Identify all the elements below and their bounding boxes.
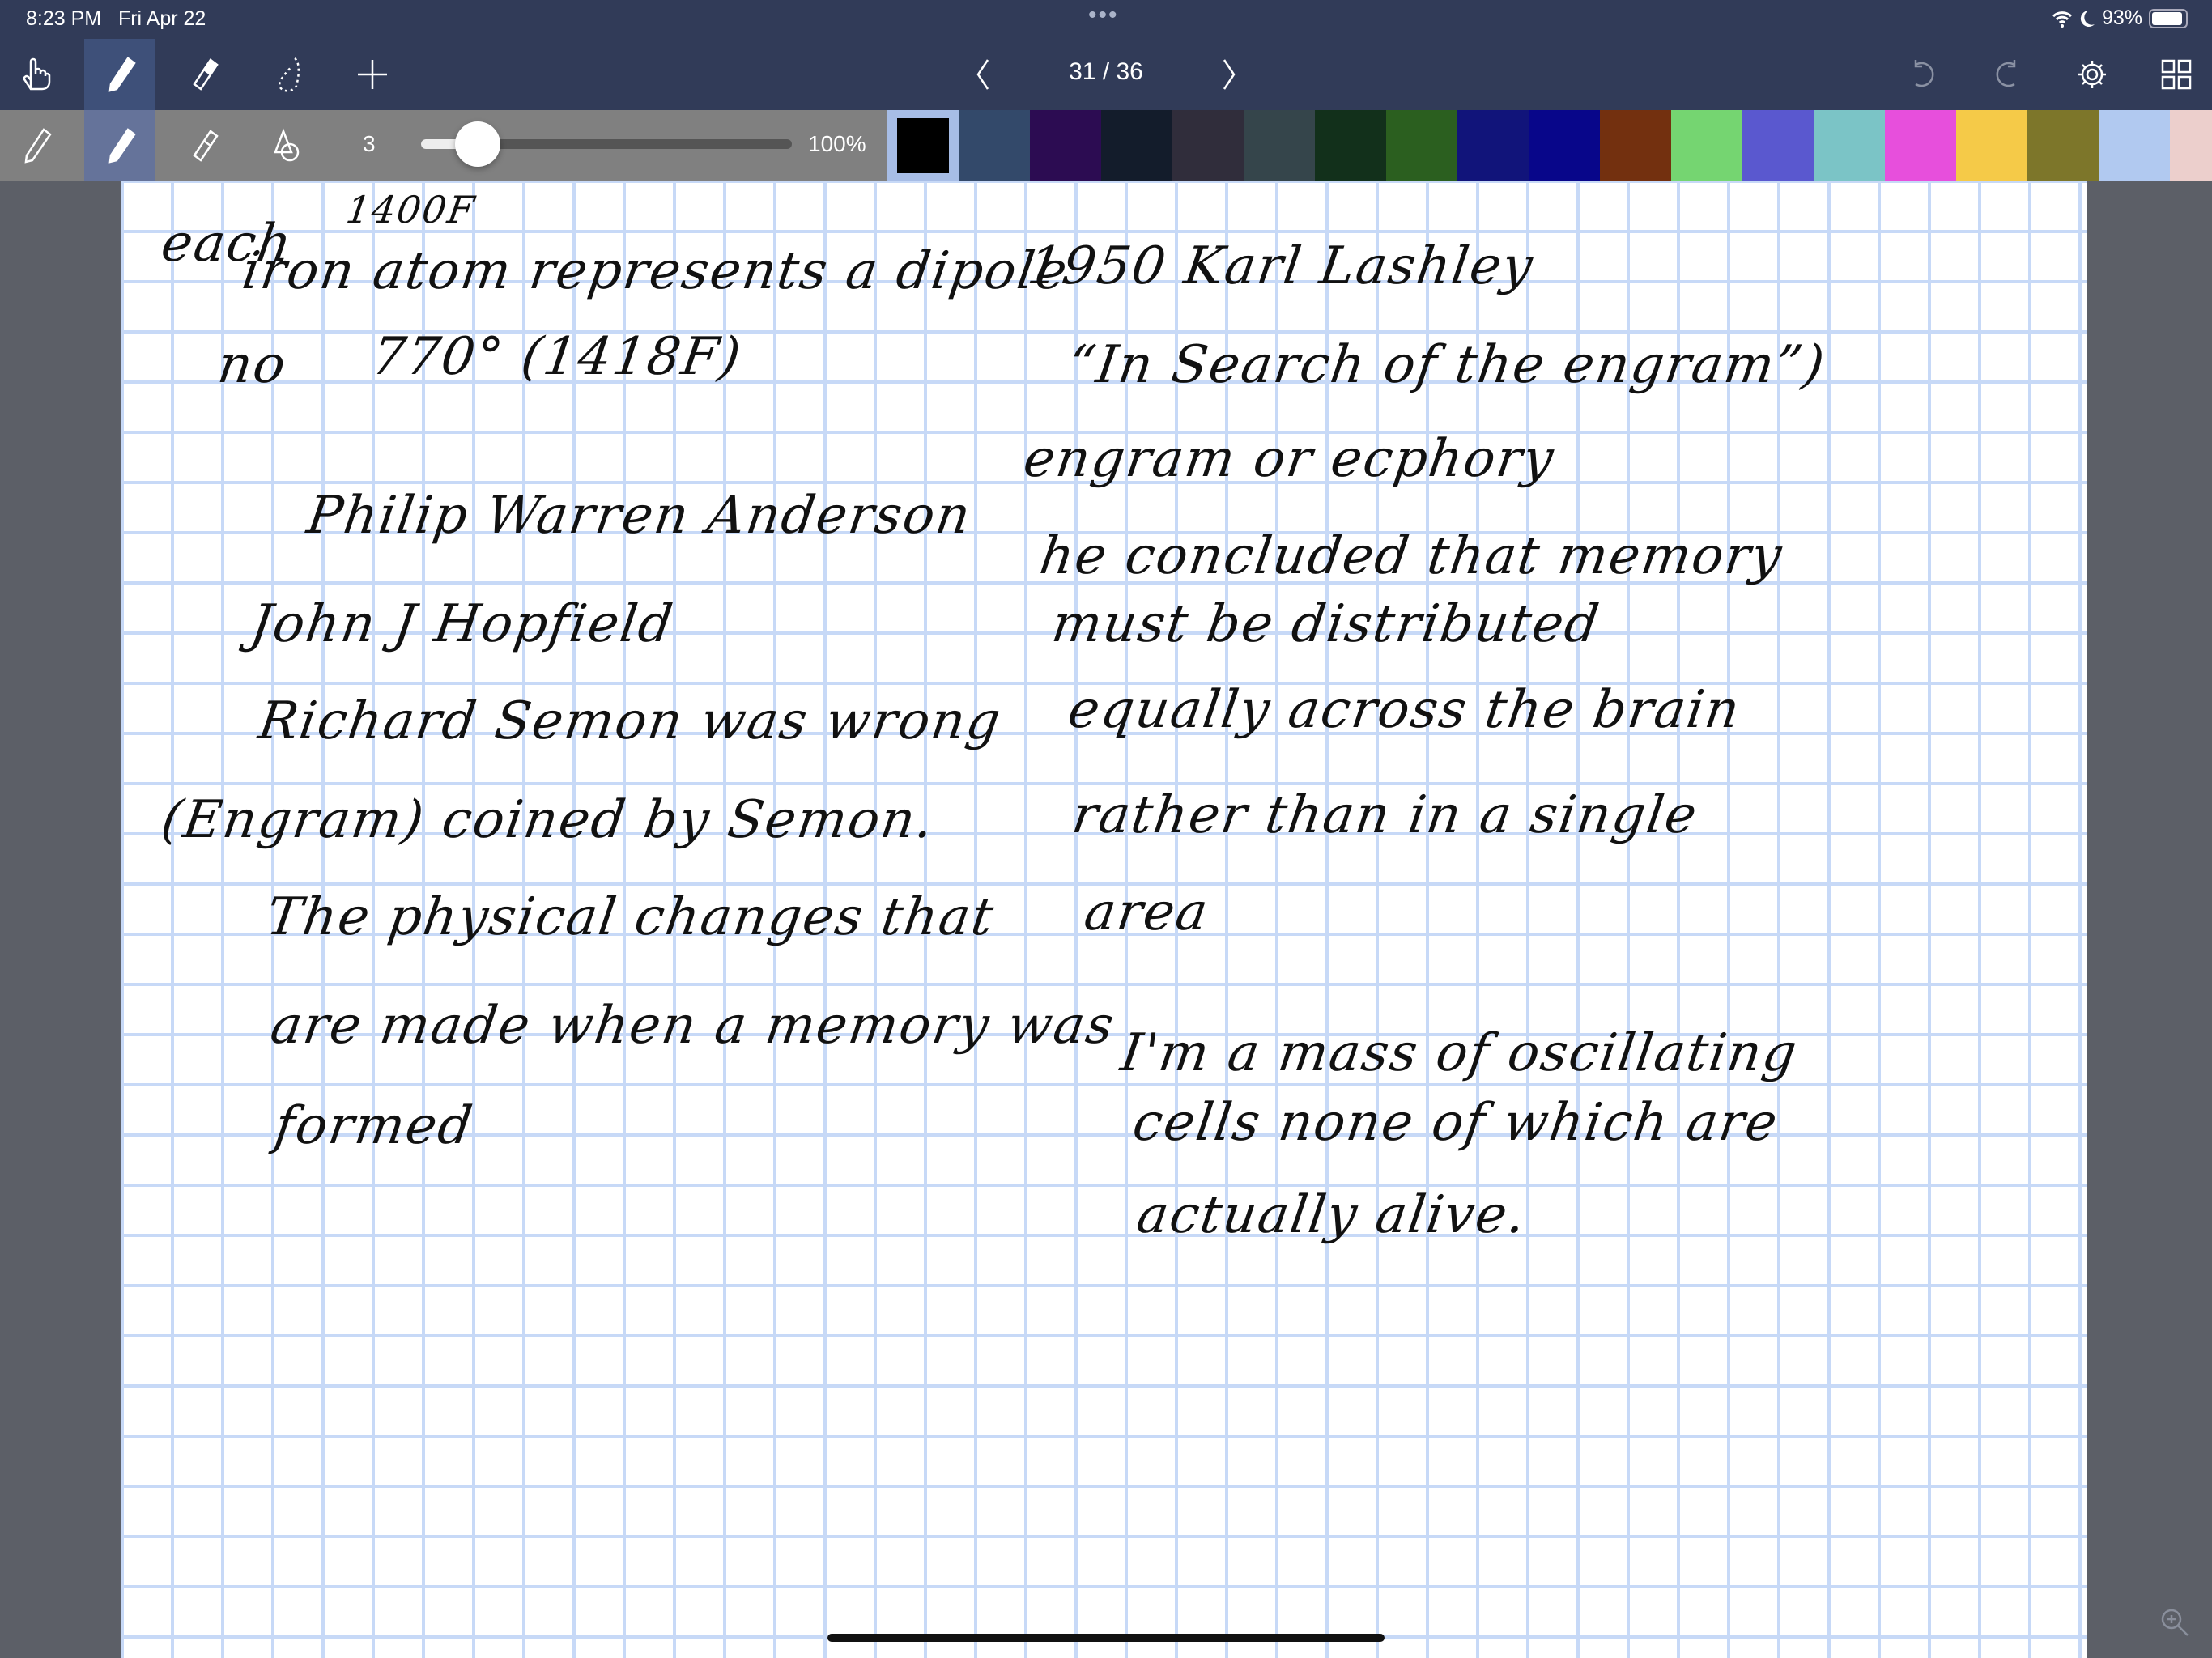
handwriting-line: “In Search of the engram”)	[1064, 335, 1830, 395]
zoom-in-icon[interactable]	[2159, 1606, 2191, 1639]
color-swatch[interactable]	[959, 110, 1030, 181]
color-swatch[interactable]	[1386, 110, 1457, 181]
color-swatch[interactable]	[1814, 110, 1885, 181]
pen-options-bar: 3 100%	[0, 110, 2212, 181]
color-swatch[interactable]	[2099, 110, 2170, 181]
shapes-icon	[274, 128, 300, 162]
handwriting-line: must be distributed	[1048, 594, 1605, 654]
color-swatch[interactable]	[887, 110, 959, 181]
color-swatch[interactable]	[1030, 110, 1101, 181]
next-page-button[interactable]	[1193, 39, 1265, 110]
handwriting-line: cells none of which are	[1129, 1093, 1783, 1153]
chevron-right-icon	[1223, 59, 1236, 90]
handwriting-line: rather than in a single	[1068, 785, 1702, 845]
highlighter-icon	[193, 130, 219, 162]
handwriting-line: I'm a mass of oscillating	[1117, 1023, 1802, 1083]
color-swatch[interactable]	[1244, 110, 1315, 181]
highlighter-type-button[interactable]	[168, 110, 240, 181]
plus-icon	[358, 60, 387, 89]
handwriting-line: 1400F	[343, 188, 479, 232]
handwriting-line: Philip Warren Anderson	[303, 486, 976, 546]
pen-tool-button[interactable]	[84, 39, 155, 110]
handwriting-line: John J Hopfield	[246, 594, 678, 654]
undo-icon	[1914, 60, 1934, 87]
battery-percent: 93%	[2101, 6, 2142, 29]
pen-size-slider[interactable]	[421, 121, 792, 167]
hand-icon	[23, 57, 51, 91]
color-swatch[interactable]	[1315, 110, 1386, 181]
add-button[interactable]	[337, 39, 408, 110]
color-swatch[interactable]	[1457, 110, 1529, 181]
eraser-icon	[193, 58, 219, 91]
settings-button[interactable]	[2057, 39, 2128, 110]
previous-page-button[interactable]	[947, 39, 1019, 110]
wifi-icon	[2052, 11, 2072, 28]
color-swatch[interactable]	[1172, 110, 1244, 181]
lasso-icon	[278, 57, 300, 92]
moon-icon	[2080, 10, 2095, 27]
handwriting-line: engram or ecphory	[1019, 429, 1559, 489]
pencil-type-button[interactable]	[0, 110, 71, 181]
redo-icon	[1996, 60, 2016, 87]
gear-icon	[2078, 61, 2106, 88]
eraser-tool-button[interactable]	[168, 39, 240, 110]
left-margin	[0, 181, 121, 1658]
handwriting-line: 770° (1418F)	[368, 327, 746, 387]
handwriting-line: actually alive.	[1133, 1185, 1531, 1245]
handwriting-line: iron atom represents a dipole	[238, 241, 1073, 301]
grid-icon	[2161, 59, 2192, 90]
color-swatch[interactable]	[1885, 110, 1956, 181]
status-time: 8:23 PM Fri Apr 22	[26, 7, 206, 30]
page-indicator: 31 / 36	[1069, 58, 1143, 85]
color-swatch[interactable]	[1742, 110, 1814, 181]
opacity-label: 100%	[808, 131, 866, 156]
main-toolbar: 31 / 36	[0, 39, 2212, 110]
redo-button[interactable]	[1971, 39, 2042, 110]
pen-icon	[108, 128, 136, 164]
undo-button[interactable]	[1888, 39, 1959, 110]
color-swatch[interactable]	[1600, 110, 1671, 181]
pen-icon	[108, 57, 136, 92]
slider-thumb[interactable]	[455, 121, 500, 167]
pencil-outline-icon	[24, 128, 52, 164]
color-swatch[interactable]	[2027, 110, 2099, 181]
color-swatch[interactable]	[1956, 110, 2027, 181]
home-indicator[interactable]	[827, 1634, 1385, 1642]
page-grid-button[interactable]	[2141, 39, 2212, 110]
handwriting-line: no	[214, 335, 291, 395]
pen-size-label: 3	[363, 131, 376, 156]
battery-icon	[2149, 8, 2188, 28]
lasso-tool-button[interactable]	[253, 39, 324, 110]
handwriting-line: are made when a memory was	[266, 996, 1119, 1056]
shape-tool-button[interactable]	[253, 110, 324, 181]
hand-tool-button[interactable]	[0, 39, 71, 110]
handwriting-line: formed	[270, 1096, 478, 1156]
status-bar: 8:23 PM Fri Apr 22 ••• 93%	[0, 0, 2212, 39]
handwriting-line: The physical changes that	[262, 887, 999, 947]
handwriting-line: Richard Semon was wrong	[254, 691, 1006, 751]
handwriting-line: equally across the brain	[1064, 680, 1745, 740]
multitasking-dots[interactable]: •••	[1088, 2, 1119, 29]
handwriting-line: he concluded that memory	[1036, 526, 1787, 586]
handwriting-line: (Engram) coined by Semon.	[157, 790, 939, 850]
chevron-left-icon	[976, 59, 989, 90]
color-swatch[interactable]	[1671, 110, 1742, 181]
handwriting-line: area	[1080, 882, 1213, 942]
handwriting-line: 1950 Karl Lashley	[1023, 236, 1538, 296]
color-palette	[887, 110, 2212, 181]
color-swatch[interactable]	[2170, 110, 2212, 181]
note-page[interactable]: 1400F each iron atom represents a dipole…	[121, 181, 2087, 1658]
marker-type-button[interactable]	[84, 110, 155, 181]
color-swatch[interactable]	[1101, 110, 1172, 181]
color-swatch[interactable]	[1529, 110, 1600, 181]
